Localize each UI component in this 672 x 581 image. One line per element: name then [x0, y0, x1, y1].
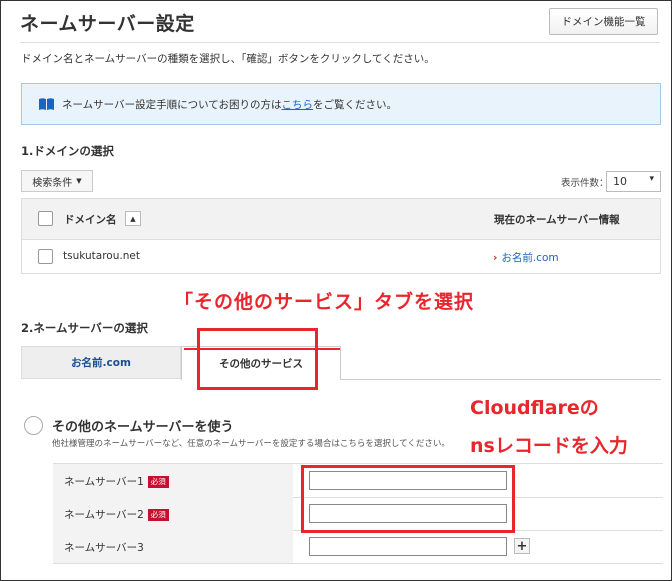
info-box: ネームサーバー設定手順についてお困りの方はこちらをご覧ください。	[21, 83, 661, 125]
nameserver-label-cell: ネームサーバー1 必須	[53, 464, 293, 497]
section2-heading: 2.ネームサーバーの選択	[21, 321, 148, 335]
filter-button-label: 検索条件	[32, 177, 73, 189]
nameserver-row: ネームサーバー3 +	[53, 530, 663, 564]
nameserver-label: ネームサーバー1 必須	[64, 474, 169, 489]
domain-cell: tsukutarou.net	[63, 250, 140, 262]
count-select[interactable]: 10 ▾	[606, 171, 661, 192]
info-text: ネームサーバー設定手順についてお困りの方はこちらをご覧ください。	[62, 97, 397, 112]
required-badge: 必須	[147, 476, 169, 488]
tab-baseline	[341, 379, 661, 380]
annotation-ns-note-line1: Cloudflareの	[470, 397, 599, 419]
annotation-ns-highlight	[301, 465, 515, 533]
option-description: 他社様管理のネームサーバーなど、任意のネームサーバーを設定する場合はこちらを選択…	[52, 439, 450, 449]
nameserver-2-label: ネームサーバー2	[64, 509, 144, 521]
tab-onamae[interactable]: お名前.com	[21, 346, 181, 379]
domain-menu-button[interactable]: ドメイン機能一覧	[549, 8, 658, 35]
intro-text: ドメイン名とネームサーバーの種類を選択し、「確認」ボタンをクリックしてください。	[21, 53, 435, 65]
page-title: ネームサーバー設定	[20, 13, 195, 35]
nameserver-3-input[interactable]	[309, 537, 507, 556]
required-badge: 必須	[147, 509, 169, 521]
current-ns-label: お名前.com	[501, 252, 559, 264]
row-checkbox[interactable]	[38, 249, 53, 264]
nameserver-1-label: ネームサーバー1	[64, 476, 144, 488]
column-header-current-ns: 現在のネームサーバー情報	[494, 214, 620, 226]
nameserver-label-cell: ネームサーバー2 必須	[53, 497, 293, 530]
table-header: ドメイン名 ▲ 現在のネームサーバー情報	[22, 199, 660, 240]
annotation-tab-highlight	[197, 328, 318, 390]
info-text-after: をご覧ください。	[312, 99, 397, 111]
other-ns-radio[interactable]	[24, 416, 43, 435]
nameserver-label-cell: ネームサーバー3	[53, 530, 293, 563]
book-icon	[39, 98, 54, 110]
annotation-tab-note: 「その他のサービス」タブを選択	[174, 291, 475, 313]
plus-icon: +	[516, 538, 528, 554]
column-header-domain: ドメイン名	[64, 214, 117, 226]
help-link[interactable]: こちら	[281, 99, 313, 111]
add-nameserver-button[interactable]: +	[514, 538, 530, 554]
sort-icon[interactable]: ▲	[125, 211, 141, 226]
domain-table: ドメイン名 ▲ 現在のネームサーバー情報 tsukutarou.net › お名前…	[21, 198, 661, 274]
current-ns-link[interactable]: › お名前.com	[493, 250, 559, 265]
option-title: その他のネームサーバーを使う	[52, 420, 234, 435]
count-value: 10	[613, 175, 627, 188]
chevron-right-icon: ›	[493, 252, 498, 264]
nameserver-label: ネームサーバー2 必須	[64, 507, 169, 522]
chevron-down-icon: ▾	[649, 174, 654, 184]
info-text-before: ネームサーバー設定手順についてお困りの方は	[62, 99, 282, 111]
annotation-ns-note-line2: nsレコードを入力	[470, 435, 628, 457]
chevron-down-icon: ▼	[76, 177, 82, 185]
divider	[20, 42, 660, 43]
nameserver-3-label: ネームサーバー3	[64, 542, 144, 554]
section1-heading: 1.ドメインの選択	[21, 144, 114, 158]
count-label: 表示件数：	[561, 178, 609, 189]
select-all-checkbox[interactable]	[38, 211, 53, 226]
filter-button[interactable]: 検索条件 ▼	[21, 170, 93, 192]
